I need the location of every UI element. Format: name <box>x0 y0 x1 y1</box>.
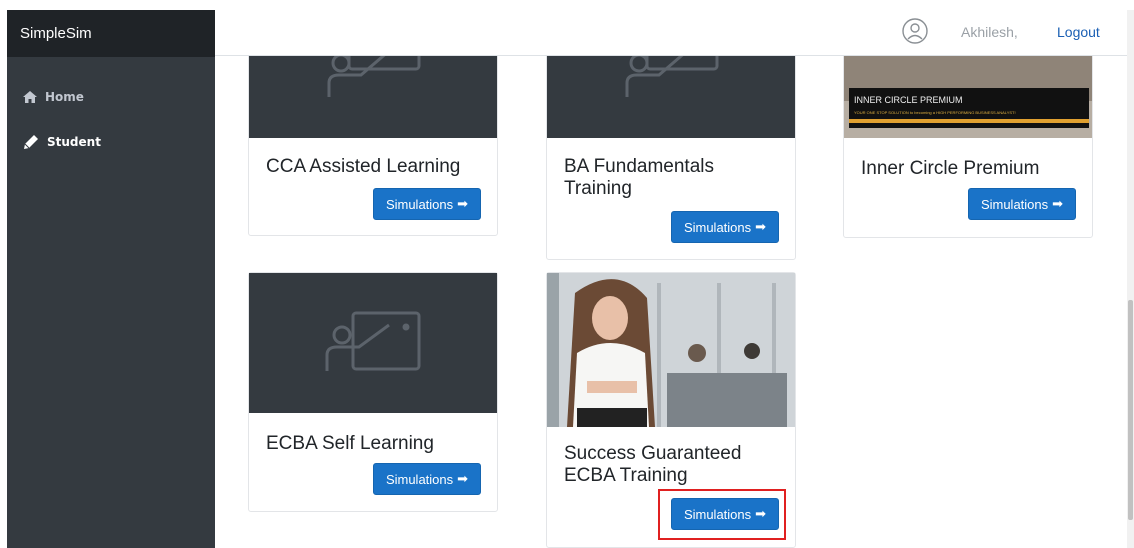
home-icon <box>23 91 37 103</box>
simulations-button[interactable]: Simulations ➡ <box>373 188 481 220</box>
banner-title: INNER CIRCLE PREMIUM <box>854 95 963 105</box>
course-title: ECBA Self Learning <box>266 433 434 454</box>
arrow-right-icon: ➡ <box>457 196 469 211</box>
course-title: CCA Assisted Learning <box>266 156 461 177</box>
main-content: CCA Assisted Learning Simulations ➡ BA F… <box>215 10 1127 548</box>
arrow-right-icon: ➡ <box>457 471 469 486</box>
course-card: ECBA Self Learning Simulations ➡ <box>248 272 498 512</box>
scrollbar-thumb[interactable] <box>1128 300 1133 520</box>
sidebar-item-home[interactable]: Home <box>23 90 84 104</box>
sidebar-item-label: Home <box>45 90 84 104</box>
logout-link[interactable]: Logout <box>1057 24 1100 40</box>
arrow-right-icon: ➡ <box>755 219 767 234</box>
simulations-button[interactable]: Simulations ➡ <box>373 463 481 495</box>
course-placeholder-image <box>249 273 497 413</box>
course-title: Success Guaranteed ECBA Training <box>564 443 742 486</box>
highlight-box <box>658 489 786 540</box>
user-avatar-icon[interactable] <box>902 18 928 44</box>
sidebar-item-student[interactable]: Student <box>23 134 101 150</box>
course-title: Inner Circle Premium <box>861 158 1040 179</box>
username-label: Akhilesh, <box>961 24 1018 40</box>
course-title: BA Fundamentals Training <box>564 156 714 199</box>
arrow-right-icon: ➡ <box>1052 196 1064 211</box>
course-photo <box>547 273 795 427</box>
banner-subtitle: YOUR ONE STOP SOLUTION to becoming a HIG… <box>854 110 1016 115</box>
brand-logo[interactable]: SimpleSim <box>7 10 215 57</box>
woman-photo <box>547 273 795 427</box>
sidebar: SimpleSim Home Student <box>7 10 215 548</box>
sidebar-item-label: Student <box>47 135 101 149</box>
app-frame: SimpleSim Home Student CCA Assisted Lear… <box>0 0 1134 548</box>
simulations-button[interactable]: Simulations ➡ <box>671 211 779 243</box>
presentation-icon <box>325 311 421 371</box>
simulations-button[interactable]: Simulations ➡ <box>968 188 1076 220</box>
pencil-icon <box>23 134 39 150</box>
top-header: Akhilesh, Logout <box>215 10 1127 56</box>
